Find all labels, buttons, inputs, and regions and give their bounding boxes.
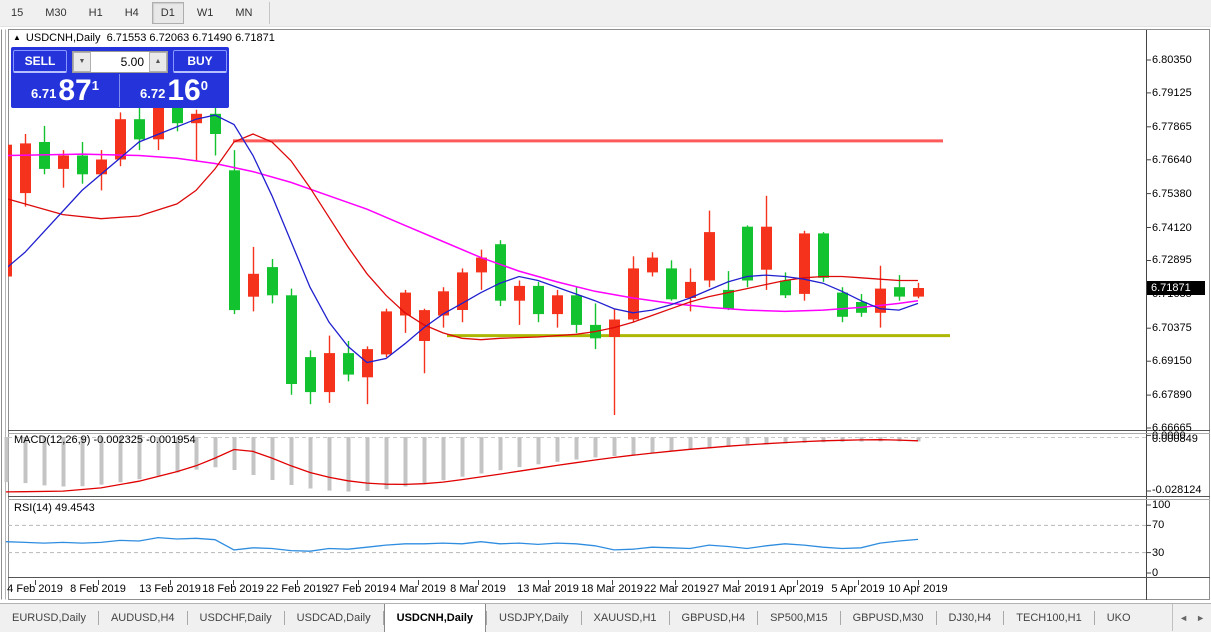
candle-body [362,349,373,378]
candle-body [305,357,316,393]
tab-scroll-left-icon[interactable]: ◄ [1179,613,1188,623]
sell-price-small: 6.71 [31,86,57,101]
rsi-axis-label: 100 [1152,499,1171,511]
rsi-axis-label: 70 [1152,519,1165,532]
candle-body [704,232,715,281]
candle-body [267,267,278,296]
candle-body [761,226,772,270]
tab-dj30-h4[interactable]: DJ30,H4 [937,604,1004,632]
candle-body [134,119,145,140]
price-axis-label: 6.67890 [1152,389,1192,402]
triangle-icon: ▲ [13,33,21,42]
tab-sp500-m15[interactable]: SP500,M15 [758,604,839,632]
macd-axis-label: -0.028124 [1152,484,1202,496]
chart-title-ohlc: 6.71553 6.72063 6.71490 6.71871 [106,32,275,44]
current-price-label: 6.71871 [1151,282,1191,294]
tab-eurusd-daily[interactable]: EURUSD,Daily [0,604,98,632]
candle-body [248,273,259,297]
candle-body [818,233,829,278]
volume-down-icon[interactable]: ▼ [73,51,91,72]
buy-price-big: 16 [167,74,201,107]
tab-usdcnh-daily[interactable]: USDCNH,Daily [383,604,487,632]
rsi-axis-label: 0 [1152,567,1159,579]
price-axis-label: 6.79125 [1152,86,1192,99]
candle-body [457,272,468,310]
buy-button[interactable]: BUY [173,50,227,73]
volume-stepper[interactable]: ▼ 5.00 ▲ [72,50,168,73]
candle-body [58,155,69,169]
price-axis-label: 6.77865 [1152,120,1192,133]
chart-title: ▲ USDCNH,Daily 6.71553 6.72063 6.71490 6.… [13,32,275,44]
candle-body [742,226,753,281]
candle-body [552,295,563,315]
trade-panel: SELL ▼ 5.00 ▲ BUY 6.71 87 1 6.72 16 0 [11,47,229,108]
candle-body [77,155,88,175]
sell-price-sup: 1 [91,78,99,93]
trade-panel-price-row: 6.71 87 1 6.72 16 0 [11,74,229,107]
price-axis-label: 6.80350 [1152,54,1192,66]
candle-body [8,144,12,277]
candle-body [381,311,392,355]
candle-body [666,268,677,300]
sell-button[interactable]: SELL [13,50,67,73]
price-axis-label: 6.76640 [1152,153,1192,166]
tab-usdchf-daily[interactable]: USDCHF,Daily [188,604,284,632]
tab-uko[interactable]: UKO [1095,604,1143,632]
tab-scroll-arrows: ◄ ► [1172,604,1211,631]
price-axis-label: 6.70375 [1152,322,1192,335]
candle-body [495,244,506,301]
chart-title-symbol: USDCNH,Daily [25,32,101,44]
rsi-axis-label: 30 [1152,546,1165,559]
date-axis-label: 10 Apr 2019 [888,583,948,595]
tab-xauusd-h1[interactable]: XAUUSD,H1 [582,604,669,632]
buy-price-small: 6.72 [140,86,166,101]
rsi-label: RSI(14) 49.4543 [14,502,95,514]
price-axis-label: 6.75380 [1152,187,1192,200]
candle-body [571,295,582,325]
candle-body [229,170,240,311]
date-axis-label: 8 Feb 2019 [70,583,126,595]
candle-body [324,353,335,393]
candle-body [837,292,848,317]
candle-body [799,233,810,294]
candle-body [286,295,297,384]
macd-label: MACD(12,26,9) -0.002325 -0.001954 [14,434,196,446]
sell-price-big: 87 [58,74,92,107]
candle-body [913,288,924,297]
candle-body [780,280,791,296]
buy-price[interactable]: 6.72 16 0 [120,74,228,107]
chart-tabbar: EURUSD,Daily AUDUSD,H4 USDCHF,Daily USDCAD,… [0,603,1211,632]
candle-body [400,292,411,316]
price-axis-label: 6.72895 [1152,254,1192,267]
candle-body [96,159,107,175]
candle-body [343,353,354,375]
price-axis-label: 6.69150 [1152,355,1192,368]
candle-body [647,257,658,273]
price-axis-label: 6.74120 [1152,221,1192,234]
tab-usdcad-daily[interactable]: USDCAD,Daily [285,604,383,632]
sell-price[interactable]: 6.71 87 1 [11,74,120,107]
tab-audusd-h4[interactable]: AUDUSD,H4 [99,604,187,632]
tab-scroll-right-icon[interactable]: ► [1196,613,1205,623]
buy-price-sup: 0 [200,78,208,93]
candle-body [115,119,126,160]
volume-up-icon[interactable]: ▲ [149,51,167,72]
volume-value[interactable]: 5.00 [91,55,149,69]
trade-panel-top-row: SELL ▼ 5.00 ▲ BUY [11,47,229,74]
candle-body [514,285,525,301]
macd-axis-label: 0.000849 [1152,433,1198,445]
candle-body [20,143,31,194]
tab-tech100-h1[interactable]: TECH100,H1 [1004,604,1093,632]
date-axis-label: 8 Mar 2019 [450,583,506,595]
candle-body [894,287,905,297]
tab-gbpusd-h4[interactable]: GBPUSD,H4 [670,604,758,632]
candle-body [533,285,544,315]
tab-usdjpy-daily[interactable]: USDJPY,Daily [487,604,581,632]
tab-gbpusd-m30[interactable]: GBPUSD,M30 [841,604,936,632]
